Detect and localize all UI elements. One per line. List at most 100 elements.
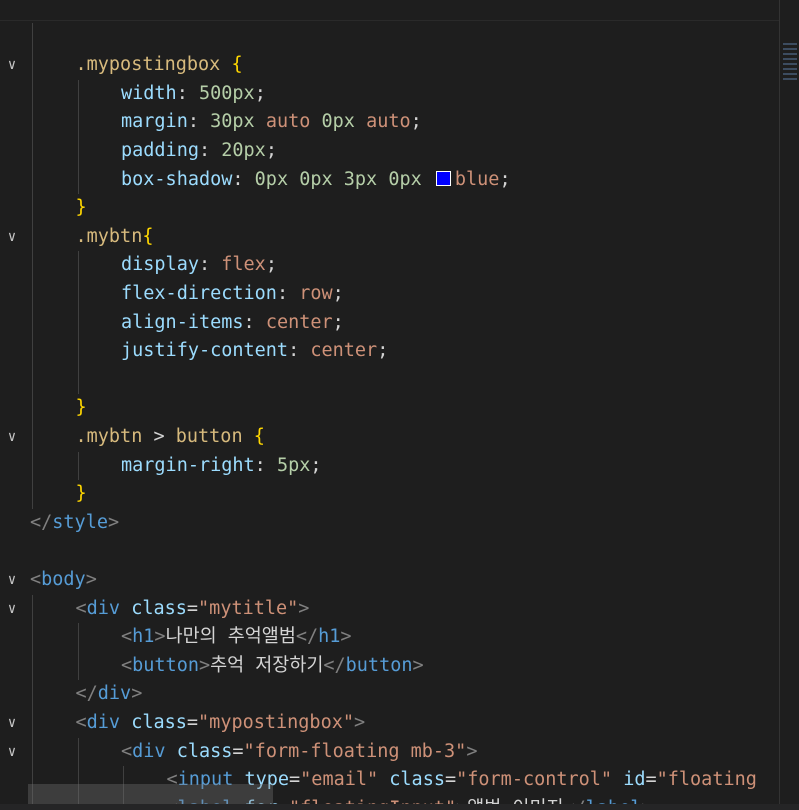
code-line[interactable]: <button>추억 저장하기</button> (0, 651, 780, 681)
code-token: div (132, 740, 177, 762)
code-line[interactable]: } (0, 394, 780, 423)
code-text: } (76, 480, 87, 509)
code-token: > (340, 626, 352, 648)
code-line[interactable]: display: flex; (0, 251, 780, 280)
code-line[interactable] (0, 365, 780, 395)
code-editor[interactable]: <style>∨.mypostingbox {width: 500px;marg… (0, 0, 780, 810)
indent-guide (77, 623, 79, 652)
indent-guide (77, 365, 79, 395)
code-line[interactable] (0, 22, 780, 52)
code-token: < (75, 597, 87, 619)
code-token: = (186, 712, 199, 733)
code-line[interactable]: } (0, 480, 780, 509)
code-line[interactable]: } (0, 194, 780, 223)
fold-chevron-icon[interactable]: ∨ (2, 423, 22, 452)
code-token: > (153, 426, 176, 447)
code-text: <div class="mypostingbox"> (76, 709, 366, 738)
code-token: class (389, 769, 445, 791)
code-text: </style> (30, 509, 119, 538)
code-line[interactable]: ∨ <div class="form-floating mb-3"> (0, 737, 780, 767)
code-line[interactable]: width: 500px; (0, 79, 780, 109)
indent-guide (32, 451, 33, 481)
code-token: = (289, 769, 301, 791)
code-token: width (121, 82, 177, 104)
indent-guide (32, 423, 33, 452)
code-token: body (41, 569, 86, 590)
code-token: > (154, 626, 166, 648)
code-line[interactable]: ∨ <div class="mypostingbox"> (0, 709, 780, 738)
indent-guide (32, 137, 33, 166)
indent-guide (77, 251, 79, 280)
code-token: id (623, 769, 646, 791)
code-text: .mybtn{ (76, 223, 154, 252)
code-token: : (243, 311, 266, 333)
code-token: { (142, 225, 154, 247)
code-token: "email" (300, 769, 390, 791)
code-text: margin-right: 5px; (121, 452, 322, 481)
code-token: ; (499, 168, 511, 190)
fold-chevron-icon[interactable]: ∨ (2, 51, 22, 80)
vertical-scrollbar[interactable] (779, 0, 799, 810)
code-line[interactable]: </div> (0, 680, 780, 709)
indent-guide (32, 365, 33, 395)
code-token: div (86, 597, 132, 619)
code-token: button (175, 426, 254, 447)
indent-guide (32, 222, 33, 252)
code-token: > (85, 569, 97, 590)
code-token: center (310, 340, 378, 362)
code-token: 500px (198, 82, 255, 104)
indent-guide (32, 108, 33, 137)
code-line[interactable]: ∨ .mypostingbox { (0, 51, 780, 80)
code-line[interactable]: padding: 20px; (0, 137, 780, 166)
code-line[interactable]: </style> (0, 509, 780, 538)
code-token: 30px (210, 111, 266, 133)
indent-guide (77, 137, 79, 166)
indent-guide (32, 651, 33, 681)
code-token: flex (221, 254, 266, 276)
fold-chevron-icon[interactable]: ∨ (2, 566, 22, 595)
code-line[interactable]: justify-content: center; (0, 337, 780, 366)
indent-guide (32, 251, 33, 280)
code-line[interactable]: margin-right: 5px; (0, 451, 780, 481)
fold-chevron-icon[interactable]: ∨ (2, 709, 22, 738)
code-line[interactable]: flex-direction: row; (0, 280, 780, 309)
indent-guide (32, 337, 33, 366)
code-line[interactable] (0, 537, 780, 566)
code-token: </ (295, 626, 319, 648)
fold-chevron-icon[interactable]: ∨ (2, 223, 22, 252)
code-token: 추억 저장하기 (210, 654, 324, 676)
code-text: } (76, 394, 87, 423)
code-token: > (466, 740, 478, 762)
color-swatch-icon[interactable] (435, 170, 451, 186)
code-token: ; (377, 340, 389, 362)
code-token: } (75, 197, 87, 219)
bottom-strip (0, 804, 799, 810)
code-line[interactable]: ∨ .mybtn > button { (0, 423, 780, 452)
code-token: .mybtn (75, 426, 154, 447)
code-token: class (131, 712, 187, 733)
code-token: "form-floating mb-3" (243, 740, 467, 762)
code-line[interactable]: ∨ <body> (0, 566, 780, 595)
code-line[interactable]: ∨ .mybtn{ (0, 222, 780, 252)
code-line[interactable]: align-items: center; (0, 308, 780, 338)
fold-chevron-icon[interactable]: ∨ (2, 595, 22, 624)
code-token: < (75, 712, 87, 733)
fold-chevron-icon[interactable]: ∨ (2, 738, 22, 767)
code-token: padding (121, 140, 199, 161)
code-token: "mytitle" (198, 597, 299, 619)
code-token: 0px 0px 3px 0px (254, 168, 433, 190)
code-token: < (121, 654, 133, 676)
code-line[interactable]: <h1>나만의 추억앨범</h1> (0, 623, 780, 652)
code-token: ; (265, 140, 277, 161)
code-line[interactable]: ∨ <div class="mytitle"> (0, 594, 780, 624)
code-token: 5px (276, 454, 311, 476)
code-token: h1 (318, 626, 341, 648)
indent-guide (32, 594, 33, 624)
code-token: display (121, 254, 199, 276)
indent-guide (77, 108, 79, 137)
code-line[interactable]: box-shadow: 0px 0px 3px 0px blue; (0, 165, 780, 195)
code-token: > (298, 597, 310, 619)
code-token: = (645, 769, 657, 791)
code-token: 나만의 추억앨범 (165, 626, 296, 648)
code-line[interactable]: margin: 30px auto 0px auto; (0, 108, 780, 137)
